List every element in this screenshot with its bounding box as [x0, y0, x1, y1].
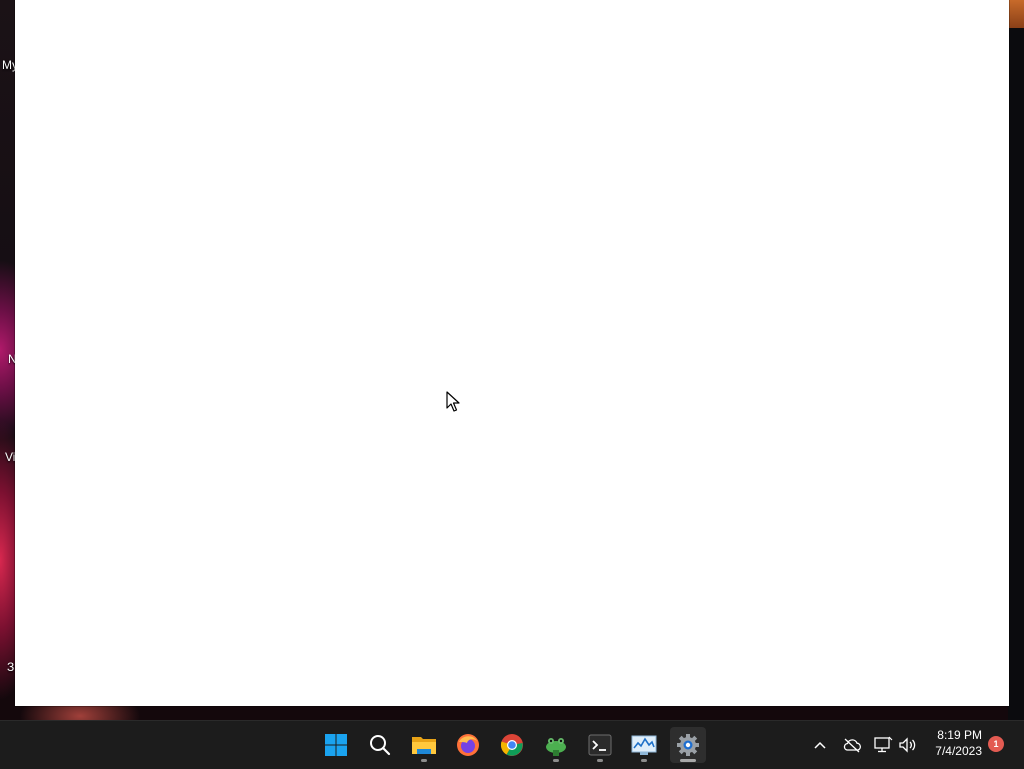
- clock-time: 8:19 PM: [937, 728, 982, 742]
- file-explorer-button[interactable]: [406, 727, 442, 763]
- chevron-up-icon: [814, 741, 826, 749]
- chrome-icon: [500, 734, 523, 756]
- search-icon: [370, 735, 391, 756]
- terminal-icon: [588, 734, 612, 756]
- terminal-button[interactable]: [582, 727, 618, 763]
- clock-date: 7/4/2023: [935, 744, 982, 758]
- running-indicator: [597, 759, 603, 762]
- volume-button[interactable]: [896, 733, 920, 757]
- chrome-button[interactable]: [494, 727, 530, 763]
- start-button[interactable]: [318, 727, 354, 763]
- settings-button[interactable]: [670, 727, 706, 763]
- running-indicator: [680, 759, 696, 762]
- performance-monitor-button[interactable]: [626, 727, 662, 763]
- volume-icon: [899, 737, 916, 753]
- taskbar: [0, 720, 1024, 769]
- onedrive-button[interactable]: [840, 733, 864, 757]
- blank-app-window[interactable]: [15, 0, 1009, 706]
- notification-badge[interactable]: 1: [988, 736, 1004, 752]
- windows-logo-icon: [325, 734, 347, 756]
- background-window-edge-right: [1008, 28, 1024, 720]
- cloud-offline-icon: [843, 738, 861, 753]
- network-button[interactable]: [871, 733, 895, 757]
- frog-icon: [546, 738, 566, 756]
- show-hidden-icons-button[interactable]: [808, 733, 832, 757]
- running-indicator: [421, 759, 427, 762]
- running-indicator: [553, 759, 559, 762]
- network-icon: [874, 736, 893, 753]
- search-button[interactable]: [362, 727, 398, 763]
- firefox-button[interactable]: [450, 727, 486, 763]
- taskbar-clock[interactable]: 8:19 PM 7/4/2023: [924, 727, 982, 759]
- mouse-cursor-icon: [446, 391, 460, 412]
- folder-icon: [412, 737, 436, 754]
- frog-app-button[interactable]: [538, 727, 574, 763]
- monitor-chart-icon: [631, 735, 657, 755]
- running-indicator: [641, 759, 647, 762]
- desktop-icon-label[interactable]: My: [2, 58, 16, 72]
- firefox-icon: [457, 734, 479, 756]
- gear-icon: [677, 734, 699, 756]
